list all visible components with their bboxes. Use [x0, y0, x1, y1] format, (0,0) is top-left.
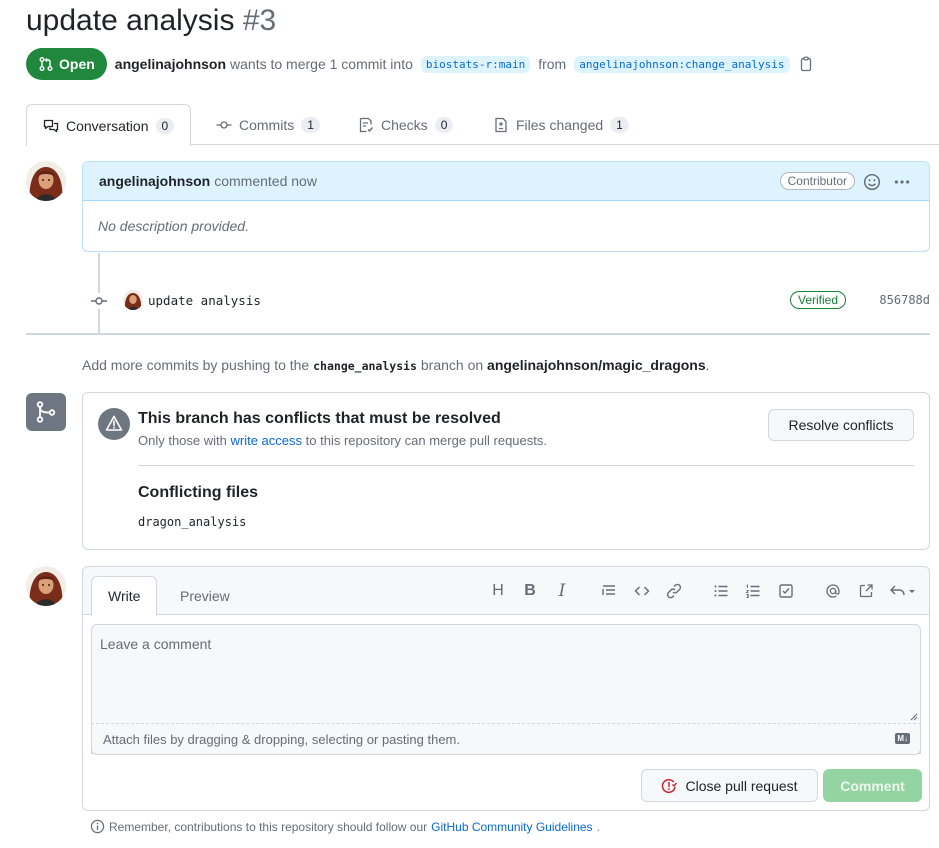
- tab-counter: 1: [610, 116, 629, 133]
- commit-message[interactable]: update analysis: [148, 293, 261, 308]
- guidelines-suffix: .: [596, 819, 600, 834]
- alert-icon: [98, 408, 130, 440]
- comment-body: No description provided.: [98, 218, 249, 234]
- pr-title: update analysis #3: [26, 4, 276, 38]
- hint-middle: branch on: [420, 357, 484, 373]
- hint-suffix: .: [705, 357, 710, 373]
- quote-icon[interactable]: [599, 581, 619, 601]
- tab-counter: 0: [434, 116, 454, 133]
- tab-counter: 1: [301, 116, 320, 133]
- tab-preview[interactable]: Preview: [180, 576, 230, 615]
- reply-dropdown-icon[interactable]: [889, 581, 917, 601]
- pr-title-text: update analysis: [26, 4, 235, 37]
- tab-label: Conversation: [66, 117, 149, 134]
- conflicting-file: dragon_analysis: [138, 515, 247, 529]
- community-guidelines-link[interactable]: GitHub Community Guidelines: [431, 820, 592, 834]
- tab-conversation[interactable]: Conversation 0: [26, 104, 192, 146]
- guidelines-prefix: Remember, contributions to this reposito…: [109, 819, 428, 834]
- commit-sha[interactable]: 856788d: [879, 293, 930, 307]
- tab-label: Files changed: [516, 116, 604, 133]
- state-label: Open: [59, 56, 95, 72]
- verified-badge[interactable]: Verified: [790, 291, 847, 309]
- comment-header: angelinajohnson commented now Contributo…: [83, 162, 929, 201]
- tab-label: Commits: [239, 116, 295, 133]
- git-merge-icon: [36, 401, 56, 423]
- comment-editor: Write Preview H B I Leave a comment Atta…: [82, 566, 930, 811]
- tasklist-icon[interactable]: [776, 581, 796, 601]
- git-pull-request-icon: [39, 57, 53, 71]
- merge-divider: [138, 465, 915, 466]
- issue-closed-icon: [662, 778, 678, 793]
- checklist-icon: [359, 117, 374, 132]
- editor-header: Write Preview H B I: [83, 567, 929, 616]
- code-icon[interactable]: [632, 581, 652, 601]
- timeline-divider: [26, 333, 930, 335]
- base-branch[interactable]: biostats-r:main: [420, 55, 531, 73]
- from-text: from: [538, 56, 567, 72]
- git-commit-icon: [90, 293, 108, 309]
- unordered-list-icon[interactable]: [711, 581, 731, 601]
- bold-icon[interactable]: B: [520, 581, 540, 601]
- guidelines-note: Remember, contributions to this reposito…: [90, 819, 600, 834]
- close-pr-label: Close pull request: [685, 777, 798, 794]
- comment-author[interactable]: angelinajohnson: [99, 173, 210, 189]
- pr-number: #3: [242, 4, 277, 37]
- avatar[interactable]: [26, 161, 66, 201]
- smiley-icon[interactable]: [863, 173, 881, 191]
- subtitle-prefix: Only those with: [138, 433, 227, 448]
- merge-conflict-box: This branch has conflicts that must be r…: [82, 392, 930, 550]
- tab-files-changed[interactable]: Files changed 1: [493, 104, 629, 145]
- markdown-icon[interactable]: M↓: [895, 733, 910, 744]
- write-access-link[interactable]: write access: [231, 433, 303, 448]
- mention-icon[interactable]: [823, 581, 843, 601]
- info-icon: [90, 819, 105, 834]
- pr-tabs: Conversation 0 Commits 1 Checks 0 Files …: [26, 104, 939, 146]
- merge-text: wants to merge 1 commit into: [230, 56, 413, 72]
- contributor-badge: Contributor: [779, 172, 855, 190]
- close-pull-request-button[interactable]: Close pull request: [641, 769, 818, 802]
- italic-icon[interactable]: I: [552, 581, 572, 601]
- push-hint: Add more commits by pushing to the chang…: [82, 357, 710, 373]
- comment-button[interactable]: Comment: [823, 769, 922, 802]
- timeline-commit: update analysis Verified 856788d: [82, 290, 930, 312]
- head-branch[interactable]: angelinajohnson:change_analysis: [574, 55, 790, 73]
- hint-branch: change_analysis: [313, 359, 417, 373]
- comment-placeholder: Leave a comment: [100, 636, 212, 652]
- attach-text: Attach files by dragging & dropping, sel…: [103, 731, 460, 747]
- hint-repo: angelinajohnson/magic_dragons: [487, 357, 706, 373]
- subtitle-suffix: to this repository can merge pull reques…: [305, 433, 547, 448]
- resize-handle-icon[interactable]: [910, 713, 918, 721]
- state-badge: Open: [26, 48, 107, 80]
- tab-commits[interactable]: Commits 1: [216, 104, 320, 145]
- resolve-conflicts-button[interactable]: Resolve conflicts: [768, 409, 914, 441]
- hint-prefix: Add more commits by pushing to the: [82, 357, 310, 373]
- link-icon[interactable]: [664, 581, 684, 601]
- commit-author-avatar[interactable]: [123, 290, 143, 310]
- heading-icon[interactable]: H: [488, 581, 508, 601]
- attach-files-bar[interactable]: Attach files by dragging & dropping, sel…: [91, 723, 921, 755]
- comment-discussion-icon: [43, 119, 59, 132]
- conflicting-files-title: Conflicting files: [138, 484, 258, 501]
- ordered-list-icon[interactable]: [743, 581, 763, 601]
- avatar[interactable]: [26, 566, 66, 606]
- tab-write[interactable]: Write: [91, 576, 158, 616]
- tab-counter: 0: [155, 117, 175, 134]
- merge-conflict-subtitle: Only those with write access to this rep…: [138, 433, 547, 448]
- copy-icon[interactable]: [798, 56, 814, 72]
- merge-status-icon-box: [26, 393, 66, 431]
- cross-reference-icon[interactable]: [856, 581, 876, 601]
- kebab-horizontal-icon[interactable]: [893, 173, 911, 191]
- git-commit-icon: [216, 120, 232, 129]
- tab-checks[interactable]: Checks 0: [358, 104, 454, 145]
- merge-conflict-title: This branch has conflicts that must be r…: [138, 410, 501, 427]
- comment-timestamp[interactable]: commented now: [214, 173, 317, 189]
- pr-author-link[interactable]: angelinajohnson: [115, 56, 226, 72]
- pr-description-comment: angelinajohnson commented now Contributo…: [82, 161, 930, 252]
- tab-label: Checks: [381, 116, 428, 133]
- file-diff-icon: [495, 117, 507, 132]
- pr-state-row: Open angelinajohnson wants to merge 1 co…: [26, 48, 814, 80]
